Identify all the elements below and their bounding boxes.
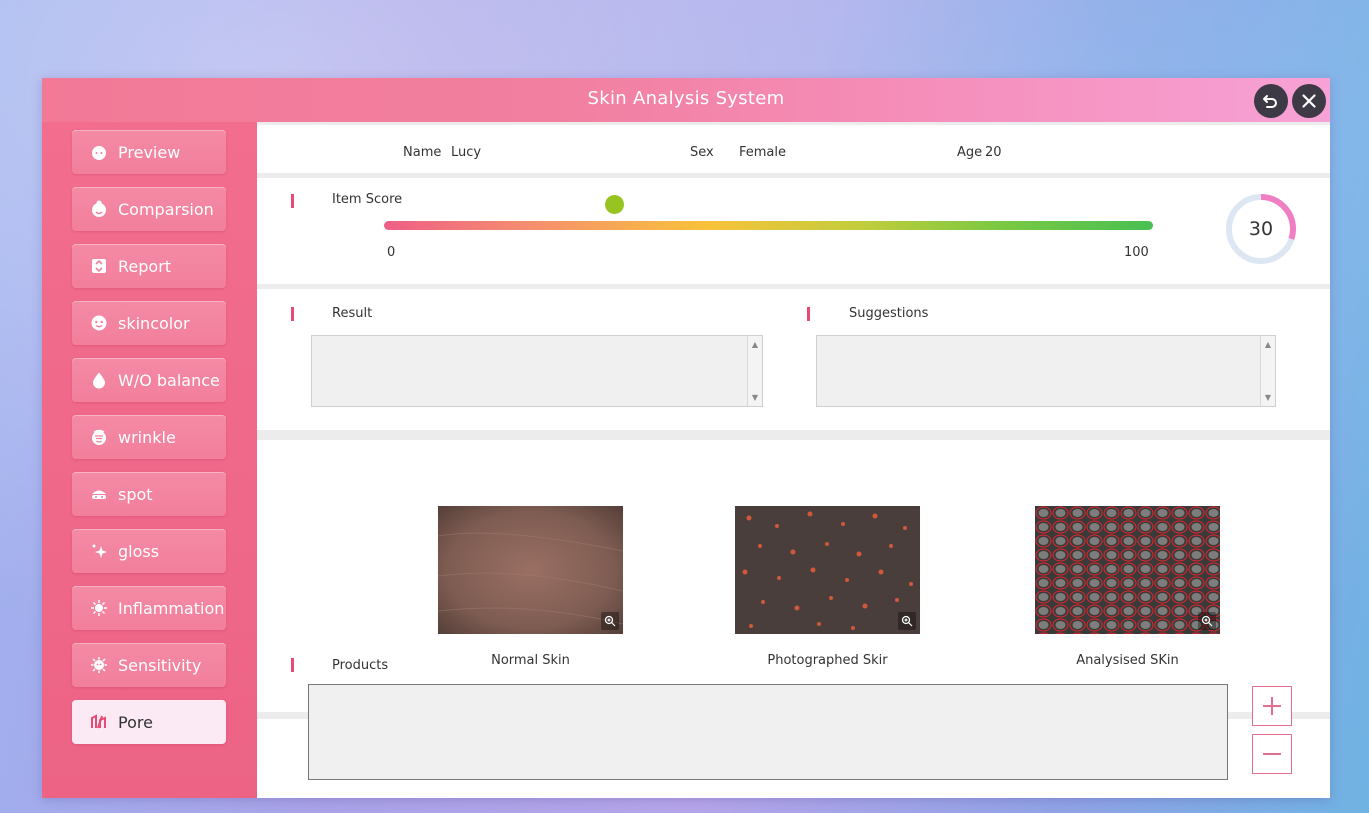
- sidebar-item-label: W/O balance: [118, 370, 220, 390]
- minus-icon: [1263, 753, 1281, 755]
- age-value: 20: [985, 145, 1002, 160]
- products-label: Products: [332, 658, 389, 673]
- scrollbar[interactable]: ▲ ▼: [747, 336, 762, 406]
- zoom-in-icon[interactable]: [1198, 612, 1216, 630]
- sensitivity-icon: [90, 656, 108, 674]
- section-marker: [807, 307, 810, 321]
- sidebar: Preview Comparsion Report skincolor W/O …: [42, 122, 257, 798]
- sidebar-item-label: Preview: [118, 142, 181, 162]
- spot-icon: [90, 485, 108, 503]
- title-bar: Skin Analysis System: [42, 78, 1330, 122]
- inflammation-icon: [90, 599, 108, 617]
- sidebar-item-label: skincolor: [118, 313, 190, 333]
- photographed-skin-image[interactable]: [735, 506, 920, 634]
- zoom-in-icon[interactable]: [898, 612, 916, 630]
- skin-photo: [1035, 506, 1220, 634]
- sidebar-item-sensitivity[interactable]: Sensitivity: [72, 643, 226, 687]
- score-max-label: 100: [1124, 245, 1149, 260]
- main-content: Name Lucy Sex Female Age 20 Item Score 0…: [257, 122, 1330, 798]
- sidebar-item-inflammation[interactable]: Inflammation: [72, 586, 226, 630]
- image-caption: Photographed Skir: [767, 653, 888, 668]
- name-label: Name: [403, 145, 442, 160]
- sidebar-item-label: wrinkle: [118, 427, 176, 447]
- scroll-down-arrow-icon[interactable]: ▼: [1261, 393, 1275, 402]
- app-window: Skin Analysis System Preview Comparsion …: [42, 78, 1330, 798]
- close-icon: [1302, 94, 1316, 108]
- sidebar-item-wo-balance[interactable]: W/O balance: [72, 358, 226, 402]
- scroll-down-arrow-icon[interactable]: ▼: [748, 393, 762, 402]
- normal-skin-image[interactable]: [438, 506, 623, 634]
- scroll-up-arrow-icon[interactable]: ▲: [1261, 340, 1275, 349]
- sidebar-item-label: spot: [118, 484, 153, 504]
- wrinkle-icon: [90, 428, 108, 446]
- scroll-up-arrow-icon[interactable]: ▲: [748, 340, 762, 349]
- suggestions-textarea[interactable]: ▲ ▼: [816, 335, 1276, 407]
- sparkle-icon: [90, 542, 108, 560]
- app-title: Skin Analysis System: [587, 88, 785, 109]
- report-icon: [90, 257, 108, 275]
- sidebar-item-label: gloss: [118, 541, 160, 561]
- patient-info-panel: Name Lucy Sex Female Age 20: [257, 125, 1330, 173]
- scrollbar[interactable]: ▲ ▼: [1260, 336, 1275, 406]
- section-marker: [291, 194, 294, 208]
- result-textarea[interactable]: ▲ ▼: [311, 335, 763, 407]
- sidebar-item-wrinkle[interactable]: wrinkle: [72, 415, 226, 459]
- plus-icon: [1263, 697, 1281, 715]
- skin-photo: [735, 506, 920, 634]
- add-product-button[interactable]: [1252, 686, 1292, 726]
- sidebar-item-spot[interactable]: spot: [72, 472, 226, 516]
- score-gradient-bar: [384, 221, 1153, 230]
- sidebar-item-comparsion[interactable]: Comparsion: [72, 187, 226, 231]
- analysised-skin-image[interactable]: [1035, 506, 1220, 634]
- products-textarea[interactable]: [308, 684, 1228, 780]
- image-caption: Normal Skin: [491, 653, 570, 668]
- item-score-label: Item Score: [332, 192, 403, 207]
- undo-icon: [1263, 95, 1277, 108]
- sidebar-item-skincolor[interactable]: skincolor: [72, 301, 226, 345]
- sidebar-item-label: Pore: [118, 712, 153, 732]
- sidebar-item-label: Report: [118, 256, 172, 276]
- suggestions-label: Suggestions: [849, 306, 929, 321]
- sidebar-item-label: Inflammation: [118, 598, 225, 618]
- section-marker: [291, 658, 294, 672]
- droplet-icon: [90, 371, 108, 389]
- sidebar-item-report[interactable]: Report: [72, 244, 226, 288]
- item-score-panel: [257, 178, 1330, 284]
- result-label: Result: [332, 306, 373, 321]
- skincolor-icon: [90, 314, 108, 332]
- skin-photo: [438, 506, 623, 634]
- sidebar-item-pore[interactable]: Pore: [72, 700, 226, 744]
- face-compare-icon: [90, 200, 108, 218]
- sex-label: Sex: [690, 145, 714, 160]
- score-min-label: 0: [387, 245, 396, 260]
- face-icon: [90, 143, 108, 161]
- name-value: Lucy: [451, 145, 482, 160]
- age-label: Age: [957, 145, 983, 160]
- close-button[interactable]: [1292, 84, 1326, 118]
- sidebar-item-preview[interactable]: Preview: [72, 130, 226, 174]
- score-value: 30: [1248, 218, 1274, 240]
- sidebar-item-label: Comparsion: [118, 199, 214, 219]
- back-button[interactable]: [1254, 84, 1288, 118]
- sidebar-item-label: Sensitivity: [118, 655, 202, 675]
- zoom-in-icon[interactable]: [601, 612, 619, 630]
- image-caption: Analysised SKin: [1076, 653, 1179, 668]
- section-marker: [291, 307, 294, 321]
- remove-product-button[interactable]: [1252, 734, 1292, 774]
- pore-icon: [90, 713, 108, 731]
- sex-value: Female: [739, 145, 787, 160]
- sidebar-item-gloss[interactable]: gloss: [72, 529, 226, 573]
